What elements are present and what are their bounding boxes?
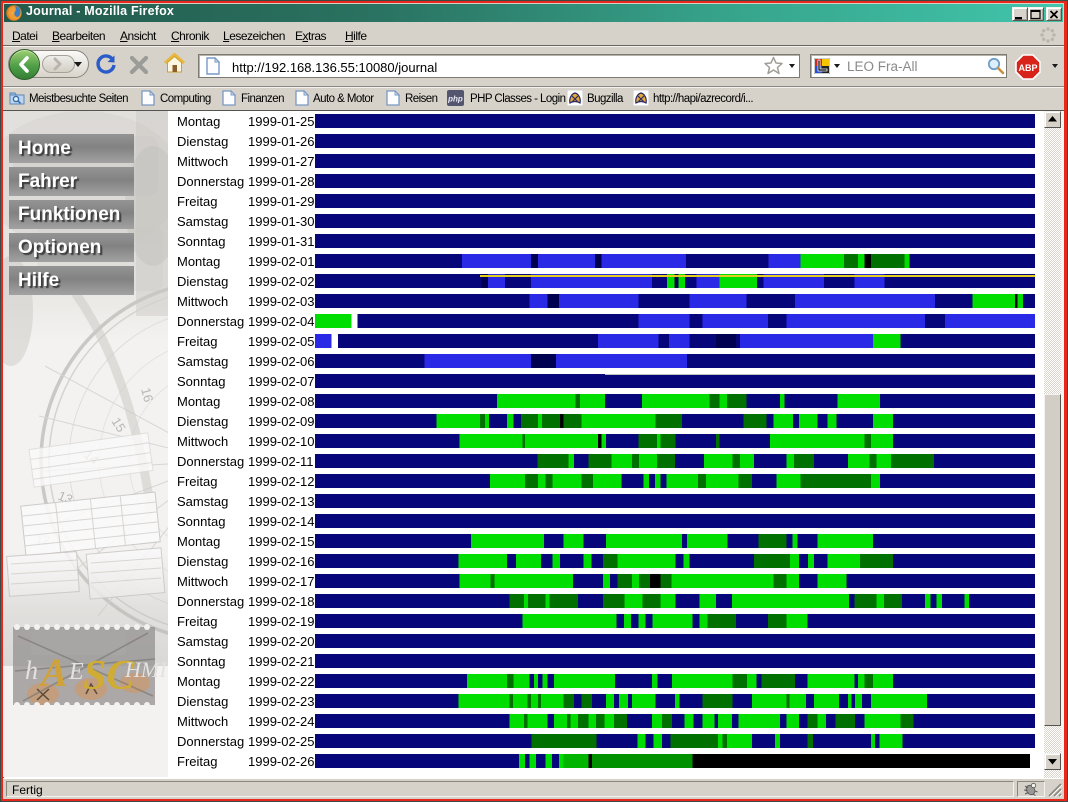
svg-text:HMI: HMI	[124, 657, 168, 682]
svg-text:A: A	[38, 650, 68, 695]
svg-text:php: php	[447, 95, 463, 104]
svg-text:ABP: ABP	[1018, 63, 1037, 73]
svg-text:h: h	[25, 656, 38, 685]
svg-text:E: E	[68, 659, 84, 685]
